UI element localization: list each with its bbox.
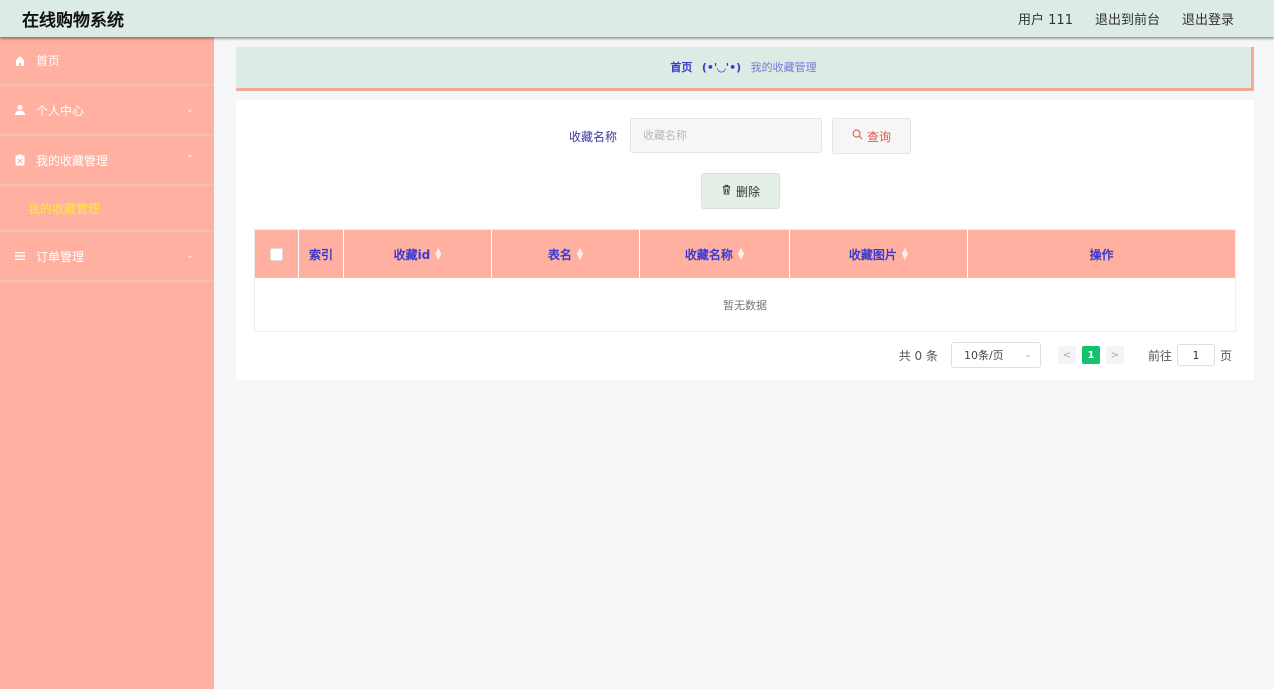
submenu-item-my-favorites[interactable]: 我的收藏管理 xyxy=(0,186,214,232)
sidebar-item-label: 首页 xyxy=(36,54,61,68)
select-all-cell xyxy=(255,230,299,278)
search-icon xyxy=(852,129,863,143)
sort-icon: ▲ ▼ xyxy=(435,246,442,261)
breadcrumb-separator: (•'◡'•) xyxy=(701,61,742,74)
trash-icon xyxy=(721,184,732,198)
column-header-label: 表名 xyxy=(547,247,572,262)
search-input[interactable] xyxy=(630,118,822,153)
column-header-favorite-id[interactable]: 收藏id ▲ ▼ xyxy=(344,230,492,278)
sort-icon: ▲ ▼ xyxy=(576,246,584,261)
page-number-current[interactable]: 1 xyxy=(1081,346,1100,364)
column-header-favorite-name[interactable]: 收藏名称 ▲ ▼ xyxy=(640,230,790,278)
chevron-down-icon: ⌄ xyxy=(185,250,194,261)
home-icon xyxy=(14,55,26,67)
page-size-select[interactable]: 10条/页 ⌄ xyxy=(950,342,1041,368)
goto-suffix: 页 xyxy=(1219,348,1232,363)
query-button-label: 查询 xyxy=(866,129,891,144)
clipboard-icon xyxy=(14,154,26,166)
user-icon xyxy=(14,104,26,116)
total-count: 共 0 条 xyxy=(898,348,938,363)
logout-link[interactable]: 退出登录 xyxy=(1182,9,1234,28)
prev-page-button[interactable]: < xyxy=(1057,346,1076,364)
content-panel: 收藏名称 查询 删除 索引 收藏id ▲▼ 表名 ▲▼ 收藏 xyxy=(236,100,1254,380)
exit-to-front-link[interactable]: 退出到前台 xyxy=(1095,9,1160,28)
user-label: 用户 111 xyxy=(1018,13,1073,28)
sidebar-item-order-management[interactable]: 订单管理 ⌄ xyxy=(0,232,214,282)
page-size-value: 10条/页 xyxy=(963,349,1004,362)
search-label: 收藏名称 xyxy=(569,130,618,144)
column-header-table-name[interactable]: 表名 ▲ ▼ xyxy=(492,230,640,278)
delete-button-label: 删除 xyxy=(735,184,760,199)
column-header-label: 收藏名称 xyxy=(684,247,733,262)
sidebar-item-personal-center[interactable]: 个人中心 ⌄ xyxy=(0,86,214,136)
breadcrumb-home[interactable]: 首页 xyxy=(670,61,692,74)
list-icon xyxy=(14,250,26,262)
goto-page: 前往 页 xyxy=(1148,344,1232,366)
sidebar-item-label: 我的收藏管理 xyxy=(36,153,109,168)
chevron-up-icon: ⌃ xyxy=(185,154,194,165)
sidebar-item-label: 个人中心 xyxy=(36,103,85,118)
select-all-checkbox[interactable] xyxy=(270,247,283,261)
breadcrumb-current: 我的收藏管理 xyxy=(750,61,817,74)
column-header-label: 收藏图片 xyxy=(848,247,897,262)
pagination: 共 0 条 10条/页 ⌄ < 1 > 前往 页 xyxy=(899,342,1232,368)
column-header-index: 索引 xyxy=(299,230,344,278)
column-header-favorite-image[interactable]: 收藏图片 ▲ ▼ xyxy=(790,230,968,278)
sidebar-item-favorites-management[interactable]: 我的收藏管理 ⌃ xyxy=(0,136,214,186)
app-title: 在线购物系统 xyxy=(22,11,124,31)
sort-icon: ▲ ▼ xyxy=(737,246,745,261)
empty-state: 暂无数据 xyxy=(723,298,767,312)
delete-button[interactable]: 删除 xyxy=(701,173,780,209)
goto-page-input[interactable] xyxy=(1176,344,1215,366)
sort-icon: ▲ ▼ xyxy=(901,246,909,261)
sidebar-item-home[interactable]: 首页 xyxy=(0,37,214,86)
sidebar-item-label: 订单管理 xyxy=(36,249,85,264)
chevron-down-icon: ⌄ xyxy=(185,104,194,115)
favorites-table: 索引 收藏id ▲ ▼ 表名 ▲ ▼ 收藏名称 ▲ ▼ 收藏图片 ▲ ▼ 操作 暂无数据 xyxy=(254,229,1236,332)
top-bar: 在线购物系统 用户 111 退出到前台 退出登录 xyxy=(0,0,1274,37)
column-header-label: 收藏id xyxy=(393,247,431,262)
next-page-button[interactable]: > xyxy=(1105,346,1124,364)
top-right-links: 用户 111 退出到前台 退出登录 xyxy=(1018,9,1234,28)
table-header: 索引 收藏id ▲ ▼ 表名 ▲ ▼ 收藏名称 ▲ ▼ 收藏图片 ▲ ▼ 操作 xyxy=(255,230,1235,278)
goto-prefix: 前往 xyxy=(1147,348,1172,363)
breadcrumb: 首页 (•'◡'•) 我的收藏管理 xyxy=(236,47,1254,91)
chevron-down-icon: ⌄ xyxy=(1024,350,1032,360)
column-header-actions: 操作 xyxy=(1089,247,1114,262)
query-button[interactable]: 查询 xyxy=(832,118,911,154)
sidebar: 首页 个人中心 ⌄ 我的收藏管理 ⌃ 我的收藏管理 订单管理 ⌄ xyxy=(0,37,214,689)
